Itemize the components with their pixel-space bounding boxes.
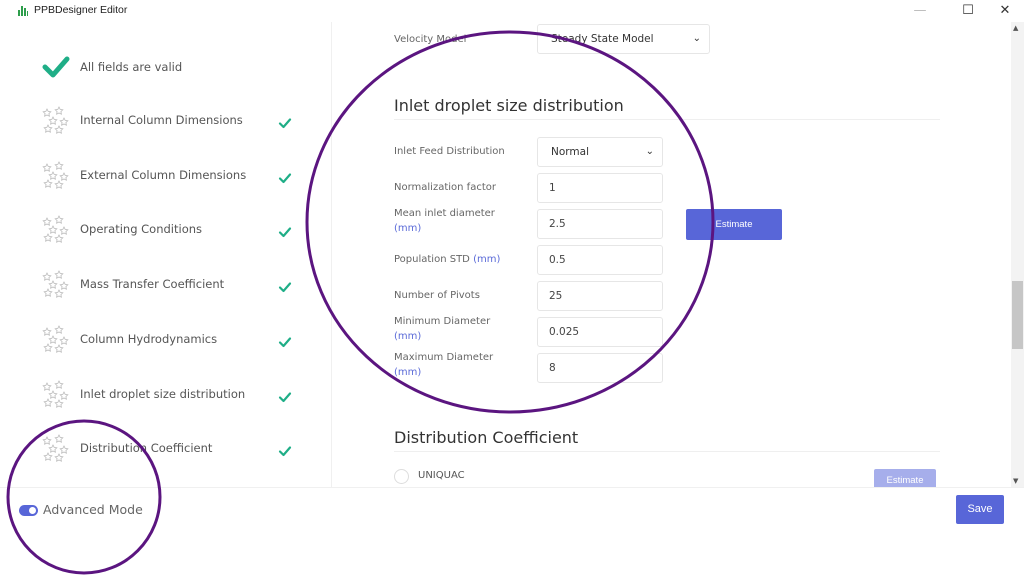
uniquac-radio[interactable]	[394, 469, 409, 484]
velocity-model-label: Velocity Model	[394, 34, 467, 45]
advanced-mode-toggle[interactable]	[19, 505, 38, 516]
estimate-distribution-button[interactable]: Estimate	[874, 469, 936, 487]
sidebar-item[interactable]: Column Hydrodynamics	[42, 321, 302, 357]
sidebar: All fields are valid Internal Column Dim…	[0, 22, 332, 487]
field-label-text: Inlet Feed Distribution	[394, 146, 505, 157]
stars-icon	[42, 269, 70, 299]
check-icon	[278, 333, 292, 347]
sidebar-item[interactable]: Inlet droplet size distribution	[42, 376, 302, 412]
section-divider	[394, 119, 940, 120]
stars-icon	[42, 214, 70, 244]
sidebar-item[interactable]: Operating Conditions	[42, 211, 302, 247]
advanced-mode-label: Advanced Mode	[43, 502, 143, 517]
save-button[interactable]: Save	[956, 495, 1004, 524]
select-value: Normal	[551, 146, 589, 158]
footer: Advanced Mode Save	[0, 487, 1024, 581]
sidebar-item[interactable]: External Column Dimensions	[42, 157, 302, 193]
field-input[interactable]: 8	[537, 353, 663, 383]
validation-status-text: All fields are valid	[80, 60, 183, 74]
velocity-model-select[interactable]: Steady State Model ⌄	[537, 24, 710, 54]
field-label: Normalization factor	[394, 180, 524, 195]
check-icon	[278, 442, 292, 457]
chevron-down-icon: ⌄	[645, 146, 654, 157]
sidebar-item-label: Operating Conditions	[80, 222, 203, 237]
field-label-text: Minimum Diameter	[394, 316, 491, 327]
app-logo-icon	[18, 6, 28, 16]
field-label: Population STD (mm)	[394, 252, 524, 267]
check-icon	[278, 223, 292, 238]
field-label-text: Maximum Diameter	[394, 352, 494, 363]
field-unit: (mm)	[394, 331, 422, 342]
field-label: Maximum Diameter (mm)	[394, 350, 524, 380]
scroll-thumb[interactable]	[1012, 281, 1023, 349]
title-bar: PPBDesigner Editor — ☐ ✕	[0, 0, 1024, 22]
field-label: Mean inlet diameter (mm)	[394, 206, 524, 236]
distribution-section-title: Distribution Coefficient	[394, 428, 579, 447]
field-label-text: Number of Pivots	[394, 290, 480, 301]
stars-icon	[42, 433, 70, 463]
field-label-text: Normalization factor	[394, 182, 496, 193]
sidebar-item[interactable]: Distribution Coefficient	[42, 430, 302, 466]
inlet-section-title: Inlet droplet size distribution	[394, 96, 624, 115]
estimate-diameter-button[interactable]: Estimate	[686, 209, 782, 240]
uniquac-label: UNIQUAC	[418, 470, 465, 481]
check-icon	[278, 114, 292, 129]
sidebar-item[interactable]: Internal Column Dimensions	[42, 102, 302, 138]
field-label-text: Mean inlet diameter	[394, 208, 495, 219]
field-unit: (mm)	[473, 254, 501, 265]
close-button[interactable]: ✕	[985, 2, 1024, 20]
field-unit: (mm)	[394, 223, 422, 234]
field-label: Inlet Feed Distribution	[394, 144, 524, 159]
scrollbar[interactable]: ▲ ▼	[1011, 22, 1024, 487]
window-title: PPBDesigner Editor	[34, 4, 128, 16]
check-icon	[278, 278, 292, 293]
scroll-down-icon[interactable]: ▼	[1013, 477, 1018, 485]
validation-status: All fields are valid	[42, 52, 182, 82]
chevron-down-icon: ⌄	[692, 33, 701, 44]
field-unit: (mm)	[394, 367, 422, 378]
sidebar-item[interactable]: Mass Transfer Coefficient	[42, 266, 302, 302]
field-input[interactable]: 0.025	[537, 317, 663, 347]
field-input[interactable]: 0.5	[537, 245, 663, 275]
main-panel: Velocity Model Steady State Model ⌄ Inle…	[333, 22, 1011, 487]
field-label-text: Population STD	[394, 254, 470, 265]
field-input[interactable]: 25	[537, 281, 663, 311]
section-divider	[394, 451, 940, 452]
inlet-feed-distribution-select[interactable]: Normal ⌄	[537, 137, 663, 167]
field-label: Minimum Diameter (mm)	[394, 314, 524, 344]
minimize-button[interactable]: —	[900, 2, 940, 20]
maximize-button[interactable]: ☐	[948, 2, 988, 20]
check-icon	[278, 169, 292, 183]
velocity-model-value: Steady State Model	[551, 33, 654, 45]
check-icon	[42, 56, 70, 78]
sidebar-item-label: External Column Dimensions	[80, 167, 247, 182]
stars-icon	[42, 324, 70, 354]
stars-icon	[42, 105, 70, 135]
sidebar-item-label: Internal Column Dimensions	[80, 113, 243, 127]
field-input[interactable]: 2.5	[537, 209, 663, 239]
sidebar-item-label: Inlet droplet size distribution	[80, 386, 246, 401]
field-label: Number of Pivots	[394, 288, 524, 303]
sidebar-item-label: Distribution Coefficient	[80, 441, 213, 456]
field-input[interactable]: 1	[537, 173, 663, 203]
stars-icon	[42, 160, 70, 190]
sidebar-item-label: Mass Transfer Coefficient	[80, 277, 225, 292]
sidebar-item-label: Column Hydrodynamics	[80, 331, 218, 346]
check-icon	[278, 388, 292, 402]
scroll-up-icon[interactable]: ▲	[1013, 24, 1018, 32]
stars-icon	[42, 379, 70, 409]
